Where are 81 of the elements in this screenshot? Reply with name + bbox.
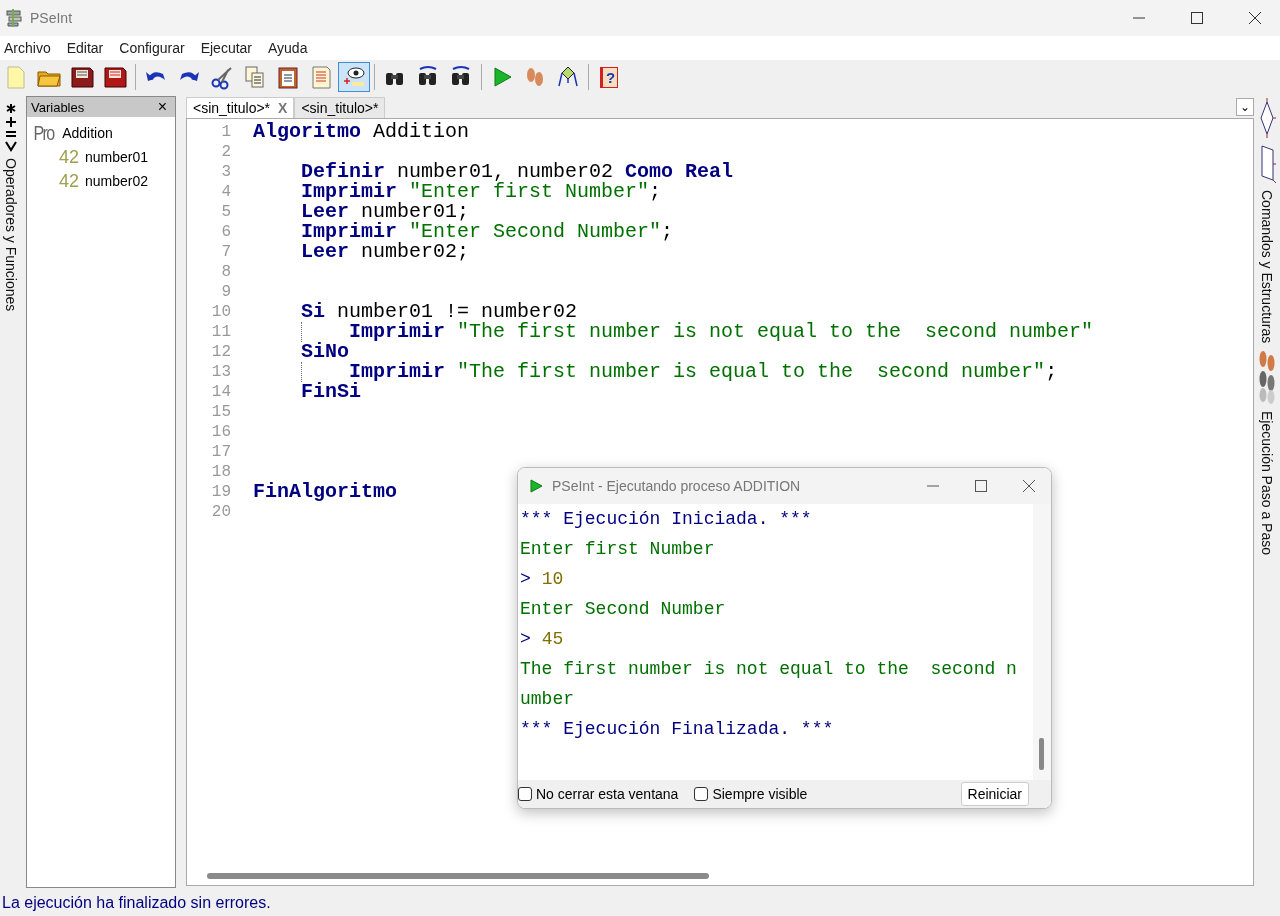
maximize-icon[interactable] <box>1190 11 1204 25</box>
line-number: 6 <box>220 222 232 242</box>
number-type-icon: 42 <box>59 170 80 192</box>
checkbox[interactable] <box>518 787 532 801</box>
line-number: 2 <box>220 142 232 162</box>
footprints-icon[interactable] <box>1257 349 1277 406</box>
number-type-icon: 42 <box>59 146 80 168</box>
console-input-line: > 45 <box>520 628 565 651</box>
tab-list-dropdown[interactable]: ⌄ <box>1236 98 1254 116</box>
console-line: *** Ejecución Iniciada. *** <box>520 508 813 531</box>
code-line: Algoritmo Addition <box>253 122 470 142</box>
output-shape-icon[interactable] <box>1258 144 1276 184</box>
code-line: Leer number02; <box>301 242 470 262</box>
console-input-line: > 10 <box>520 568 565 591</box>
line-number: 1 <box>220 122 232 142</box>
close-button[interactable]: × <box>153 98 171 116</box>
tree-item[interactable]: Addition <box>62 125 113 141</box>
line-number: 4 <box>220 182 232 202</box>
code-line: Imprimir "The first number is equal to the second number"; <box>349 362 1058 382</box>
close-icon[interactable] <box>1023 480 1035 492</box>
code-line: Leer number01; <box>301 202 470 222</box>
line-number: 9 <box>220 282 232 302</box>
line-number: 18 <box>210 462 232 482</box>
window-title: PSeInt - Ejecutando proceso ADDITION <box>552 478 801 494</box>
console-line: *** Ejecución Finalizada. *** <box>520 718 835 741</box>
restart-button[interactable]: Reiniciar <box>960 782 1029 806</box>
menu-item[interactable]: Editar <box>62 40 110 56</box>
scrollbar-thumb[interactable] <box>207 873 709 879</box>
menu-item[interactable]: Ayuda <box>264 40 314 56</box>
sidebar-tab[interactable]: Comandos y Estructuras <box>1259 190 1275 344</box>
line-number: 19 <box>210 482 232 502</box>
code-line: Si number01 != number02 <box>301 302 578 322</box>
maximize-icon[interactable] <box>975 480 987 492</box>
process-icon: Pro <box>33 121 54 145</box>
checkbox-label[interactable]: Siempre visible <box>712 786 808 802</box>
line-number: 13 <box>210 362 232 382</box>
console-line: umber <box>520 688 575 711</box>
window-title: PSeInt <box>30 10 73 26</box>
menu-item[interactable]: Configurar <box>115 40 191 56</box>
code-line: SiNo <box>301 342 349 362</box>
line-number: 12 <box>210 342 232 362</box>
checkbox-label[interactable]: No cerrar esta ventana <box>536 786 679 802</box>
code-line: Imprimir "Enter Second Number"; <box>301 222 674 242</box>
decision-shape-icon[interactable] <box>1258 98 1276 138</box>
menu-item[interactable]: Ejecutar <box>196 40 258 56</box>
line-number: 10 <box>210 302 232 322</box>
console-line: Enter Second Number <box>520 598 727 621</box>
line-number: 15 <box>210 402 232 422</box>
line-number: 11 <box>210 322 232 342</box>
close-icon[interactable] <box>1248 11 1262 25</box>
line-number: 7 <box>220 242 232 262</box>
code-line: Imprimir "The first number is not equal to the second number" <box>349 322 1094 342</box>
scrollbar-thumb[interactable] <box>1039 738 1044 770</box>
code-line: FinSi <box>301 382 361 402</box>
clipboard-icon <box>275 64 301 90</box>
line-number: 5 <box>220 202 232 222</box>
line-number: 14 <box>210 382 232 402</box>
code-line: FinAlgoritmo <box>253 482 398 502</box>
console-line: Enter first Number <box>520 538 716 561</box>
play-icon <box>528 478 544 494</box>
menu-item[interactable]: Archivo <box>0 40 57 56</box>
line-number: 20 <box>210 502 232 522</box>
line-number: 17 <box>210 442 232 462</box>
editor-tab[interactable]: <sin_titulo>* X <box>186 97 295 118</box>
toolbar-button[interactable] <box>338 62 370 92</box>
tree-item[interactable]: number02 <box>85 173 149 189</box>
panel-title: Variables <box>31 99 85 115</box>
code-line: Definir number01, number02 Como Real <box>301 162 734 182</box>
editor-tab[interactable]: <sin_titulo>* <box>294 97 386 118</box>
line-number: 16 <box>210 422 232 442</box>
console-line: The first number is not equal to the second n <box>520 658 1018 681</box>
line-number: 3 <box>220 162 232 182</box>
close-tab-button[interactable]: X <box>278 100 288 116</box>
line-number: 8 <box>220 262 232 282</box>
sidebar-tab[interactable]: Ejecución Paso a Paso <box>1259 411 1275 556</box>
code-line: Imprimir "Enter first Number"; <box>301 182 662 202</box>
tree-item[interactable]: number01 <box>85 149 149 165</box>
operators-icon[interactable] <box>4 102 18 152</box>
app-logo-icon <box>4 8 24 28</box>
sidebar-tab[interactable]: Operadores y Funciones <box>3 158 19 312</box>
checkbox[interactable] <box>694 787 709 801</box>
